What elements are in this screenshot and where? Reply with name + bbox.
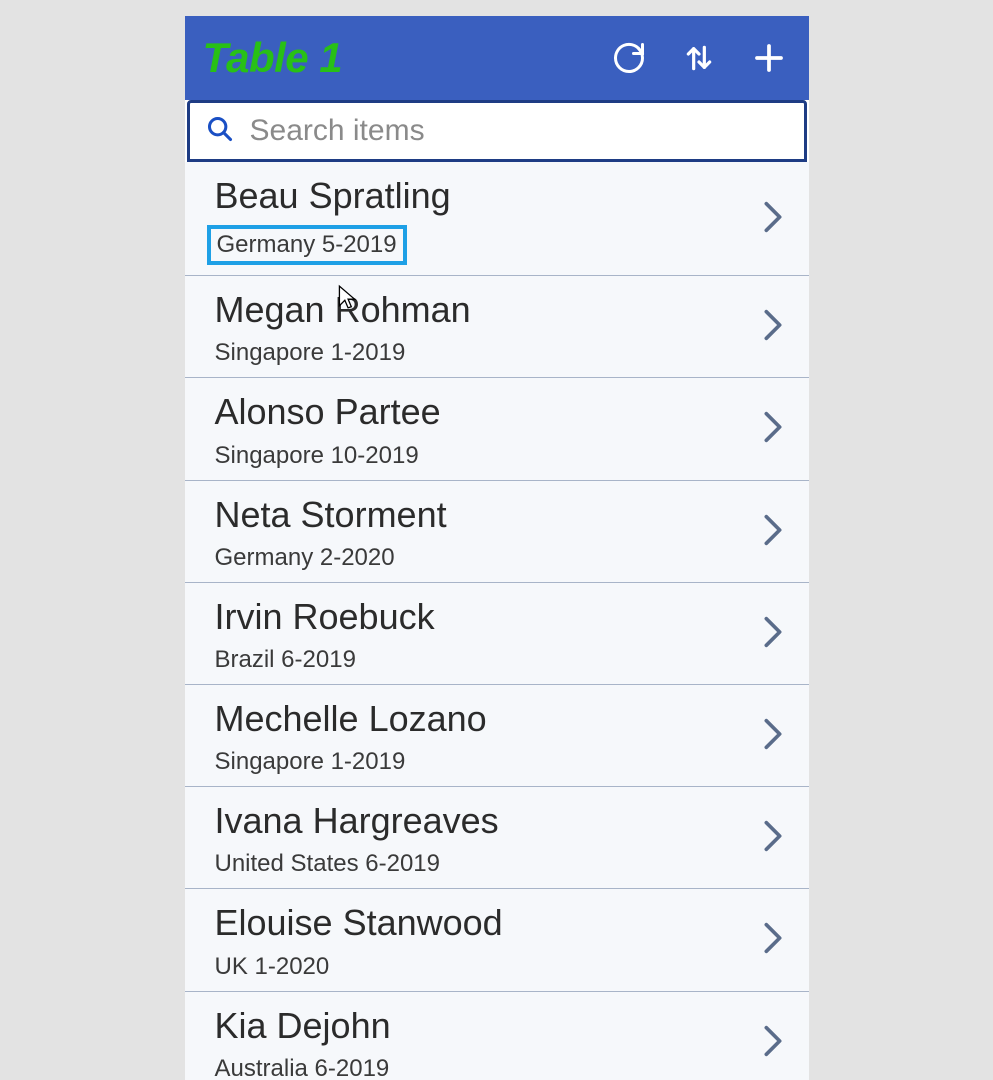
search-input[interactable] <box>250 114 788 148</box>
list-item-text: Alonso Partee Singapore 10-2019 <box>215 390 441 469</box>
list-item-subtitle: Brazil 6-2019 <box>215 646 356 674</box>
page-title: Table 1 <box>203 34 343 82</box>
list-item-subtitle: Germany 2-2020 <box>215 544 395 572</box>
chevron-right-icon <box>763 308 783 347</box>
list-item-name: Mechelle Lozano <box>215 697 487 740</box>
chevron-right-icon <box>763 513 783 552</box>
list-item-name: Irvin Roebuck <box>215 595 435 638</box>
list-item[interactable]: Mechelle Lozano Singapore 1-2019 <box>185 685 809 787</box>
list-item-name: Ivana Hargreaves <box>215 799 499 842</box>
list-item-subtitle: Australia 6-2019 <box>215 1055 390 1080</box>
item-list[interactable]: Beau Spratling Germany 5-2019 Megan Rohman… <box>185 162 809 1080</box>
list-item[interactable]: Neta Storment Germany 2-2020 <box>185 481 809 583</box>
chevron-right-icon <box>763 1024 783 1063</box>
list-item[interactable]: Elouise Stanwood UK 1-2020 <box>185 889 809 991</box>
list-item-text: Kia Dejohn Australia 6-2019 <box>215 1004 391 1080</box>
list-item-subtitle: Germany 5-2019 <box>207 225 407 265</box>
chevron-right-icon <box>763 410 783 449</box>
list-item-text: Mechelle Lozano Singapore 1-2019 <box>215 697 487 776</box>
list-item[interactable]: Kia Dejohn Australia 6-2019 <box>185 992 809 1080</box>
search-icon <box>206 115 234 148</box>
sort-icon[interactable] <box>683 40 715 76</box>
list-item-text: Megan Rohman Singapore 1-2019 <box>215 288 471 367</box>
list-item-subtitle: Singapore 1-2019 <box>215 339 406 367</box>
add-icon[interactable] <box>751 40 787 76</box>
list-item[interactable]: Alonso Partee Singapore 10-2019 <box>185 378 809 480</box>
refresh-icon[interactable] <box>611 40 647 76</box>
list-item-name: Neta Storment <box>215 493 447 536</box>
app-window: Table 1 <box>185 16 809 1080</box>
list-item-name: Beau Spratling <box>215 174 451 217</box>
list-item-text: Irvin Roebuck Brazil 6-2019 <box>215 595 435 674</box>
list-item-name: Alonso Partee <box>215 390 441 433</box>
list-item-text: Beau SpratlingGermany 5-2019 <box>215 174 451 265</box>
list-item-subtitle: UK 1-2020 <box>215 953 330 981</box>
chevron-right-icon <box>763 819 783 858</box>
search-bar[interactable] <box>187 100 807 162</box>
list-item[interactable]: Beau Spratling Germany 5-2019 <box>185 162 809 276</box>
list-item[interactable]: Megan Rohman Singapore 1-2019 <box>185 276 809 378</box>
header-bar: Table 1 <box>185 16 809 100</box>
header-actions <box>611 40 787 76</box>
list-item-subtitle: United States 6-2019 <box>215 850 440 878</box>
list-item-name: Kia Dejohn <box>215 1004 391 1047</box>
chevron-right-icon <box>763 200 783 239</box>
list-item-text: Neta Storment Germany 2-2020 <box>215 493 447 572</box>
chevron-right-icon <box>763 717 783 756</box>
list-item-subtitle: Singapore 10-2019 <box>215 442 419 470</box>
list-item-name: Elouise Stanwood <box>215 901 503 944</box>
list-item-text: Ivana Hargreaves United States 6-2019 <box>215 799 499 878</box>
list-item-text: Elouise Stanwood UK 1-2020 <box>215 901 503 980</box>
chevron-right-icon <box>763 921 783 960</box>
list-item[interactable]: Irvin Roebuck Brazil 6-2019 <box>185 583 809 685</box>
list-item-subtitle: Singapore 1-2019 <box>215 748 406 776</box>
list-item-name: Megan Rohman <box>215 288 471 331</box>
chevron-right-icon <box>763 615 783 654</box>
list-item[interactable]: Ivana Hargreaves United States 6-2019 <box>185 787 809 889</box>
